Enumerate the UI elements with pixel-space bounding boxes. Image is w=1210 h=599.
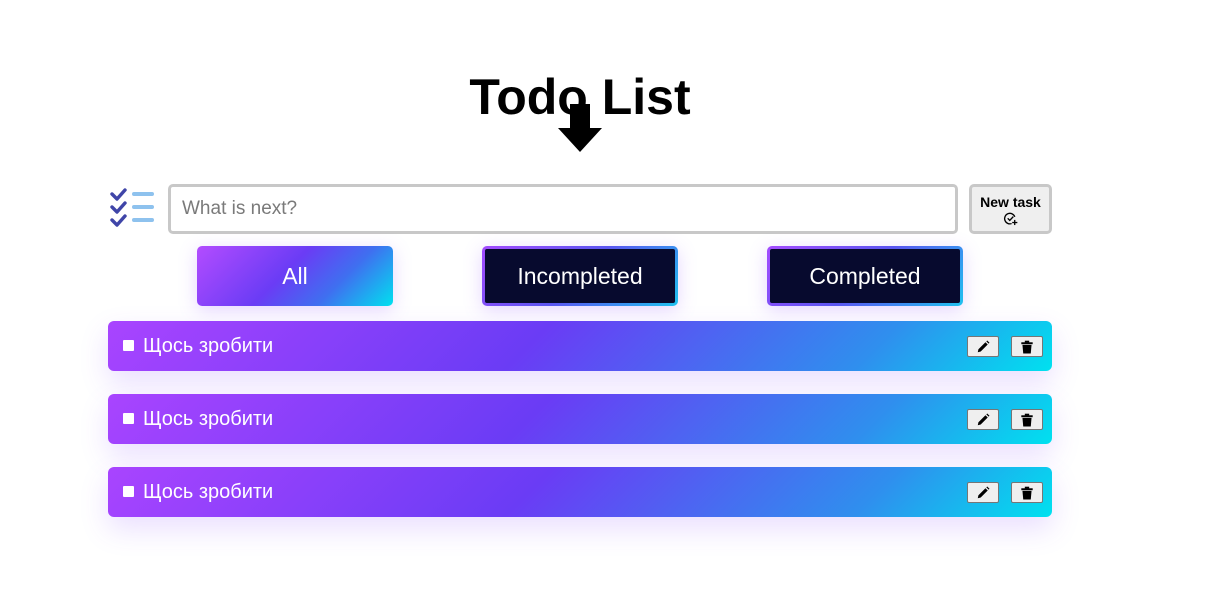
trash-icon <box>1021 486 1033 499</box>
todo-checkbox[interactable] <box>123 486 134 497</box>
todo-checkbox[interactable] <box>123 413 134 424</box>
todo-text: Щось зробити <box>143 335 274 357</box>
checklist-icon <box>110 188 154 227</box>
arrow-down-icon <box>558 104 602 152</box>
filter-completed-label: Completed <box>809 262 921 289</box>
delete-button[interactable] <box>1011 336 1043 357</box>
todo-text: Щось зробити <box>143 408 274 430</box>
edit-button[interactable] <box>967 482 999 503</box>
task-input[interactable] <box>168 184 958 234</box>
new-task-button[interactable]: New task <box>969 184 1052 234</box>
pencil-icon <box>977 486 990 498</box>
filter-incompleted-label: Incompleted <box>517 262 643 289</box>
filter-all-label: All <box>282 262 308 289</box>
trash-icon <box>1021 340 1033 353</box>
delete-button[interactable] <box>1011 482 1043 503</box>
todo-item: Щось зробити <box>108 467 1052 517</box>
filter-all-button[interactable]: All <box>197 246 393 306</box>
trash-icon <box>1021 413 1033 426</box>
todo-item: Щось зробити <box>108 321 1052 371</box>
new-task-label: New task <box>980 194 1041 210</box>
filter-incompleted-button[interactable]: Incompleted <box>482 246 678 306</box>
edit-button[interactable] <box>967 409 999 430</box>
todo-text: Щось зробити <box>143 481 274 503</box>
pencil-icon <box>977 340 990 352</box>
todo-item: Щось зробити <box>108 394 1052 444</box>
pencil-icon <box>977 413 990 425</box>
check-circle-plus-icon <box>1004 212 1018 226</box>
filter-completed-button[interactable]: Completed <box>767 246 963 306</box>
edit-button[interactable] <box>967 336 999 357</box>
todo-checkbox[interactable] <box>123 340 134 351</box>
delete-button[interactable] <box>1011 409 1043 430</box>
